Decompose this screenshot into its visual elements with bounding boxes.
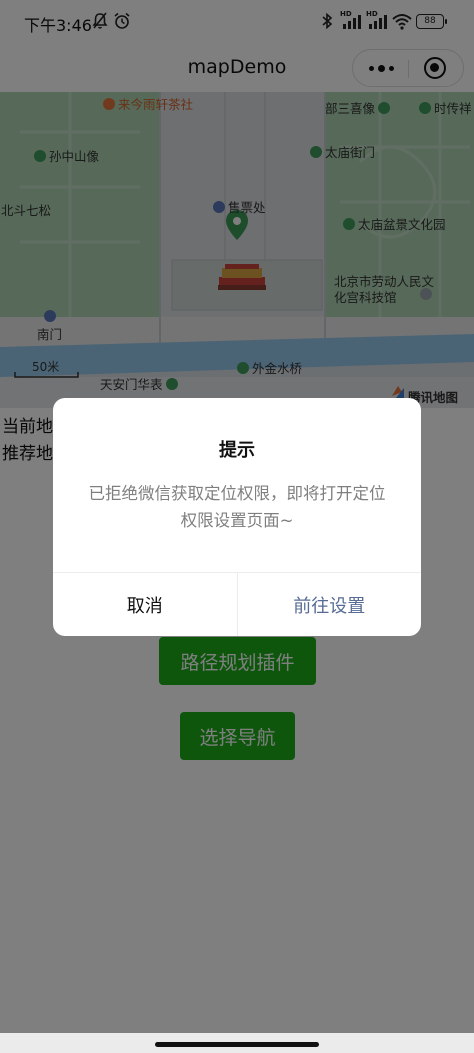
home-indicator[interactable] — [155, 1042, 319, 1047]
go-settings-button[interactable]: 前往设置 — [238, 573, 422, 636]
cancel-button[interactable]: 取消 — [53, 573, 238, 636]
home-bar — [0, 1033, 474, 1053]
modal-title: 提示 — [219, 440, 255, 461]
modal-content: 已拒绝微信获取定位权限，即将打开定位权限设置页面~ — [88, 484, 386, 530]
modal-footer: 取消 前往设置 — [53, 572, 421, 636]
permission-modal: 提示 已拒绝微信获取定位权限，即将打开定位权限设置页面~ 取消 前往设置 — [53, 398, 421, 636]
